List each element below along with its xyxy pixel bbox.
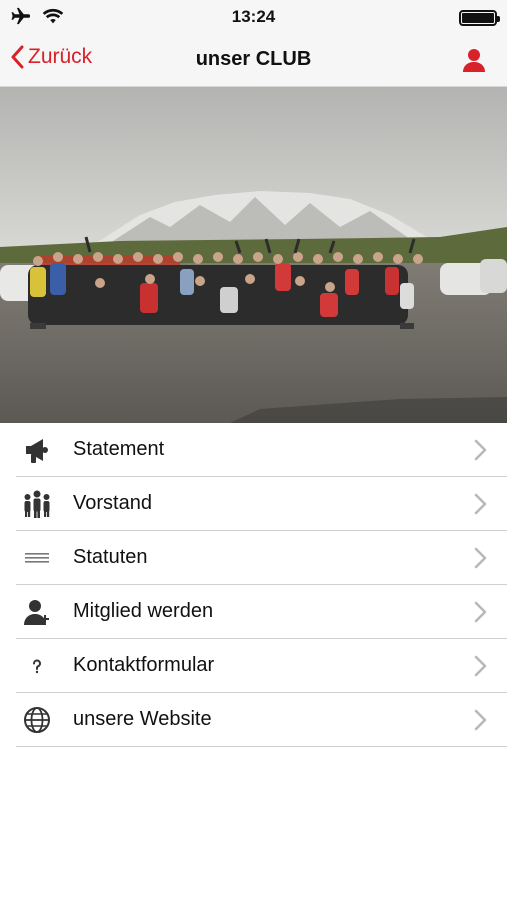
- club-group-photo: [0, 87, 507, 423]
- user-icon[interactable]: [461, 47, 487, 73]
- page-title: unser CLUB: [195, 48, 312, 70]
- navigation-bar: Zurück unser CLUB: [0, 34, 507, 87]
- chevron-right-icon: [474, 601, 487, 623]
- group-icon: [22, 489, 52, 519]
- group-photo-illustration: [0, 87, 507, 423]
- menu-item-label: Statement: [73, 438, 165, 460]
- menu-item-label: Statuten: [73, 546, 148, 568]
- club-menu-list: Statement Vorstand Statuten Mitglied wer…: [0, 423, 507, 747]
- menu-item-statuten[interactable]: Statuten: [0, 531, 507, 585]
- status-time: 13:24: [231, 7, 276, 26]
- globe-icon: [22, 705, 52, 735]
- menu-item-label: Kontaktformular: [73, 654, 215, 676]
- question-icon: [22, 651, 52, 681]
- menu-item-unsere-website[interactable]: unsere Website: [0, 693, 507, 747]
- chevron-right-icon: [474, 709, 487, 731]
- menu-item-statement[interactable]: Statement: [0, 423, 507, 477]
- menu-item-label: unsere Website: [73, 708, 212, 730]
- menu-item-kontaktformular[interactable]: Kontaktformular: [0, 639, 507, 693]
- add-user-icon: [22, 597, 52, 627]
- chevron-right-icon: [474, 493, 487, 515]
- lines-icon: [22, 543, 52, 573]
- status-bar: 13:24: [0, 0, 507, 34]
- battery-icon: [459, 10, 500, 26]
- chevron-right-icon: [474, 655, 487, 677]
- menu-item-label: Vorstand: [73, 492, 152, 514]
- menu-item-label: Mitglied werden: [73, 600, 214, 622]
- menu-item-vorstand[interactable]: Vorstand: [0, 477, 507, 531]
- chevron-right-icon: [474, 547, 487, 569]
- menu-item-mitglied-werden[interactable]: Mitglied werden: [0, 585, 507, 639]
- chevron-right-icon: [474, 439, 487, 461]
- megaphone-icon: [22, 435, 52, 465]
